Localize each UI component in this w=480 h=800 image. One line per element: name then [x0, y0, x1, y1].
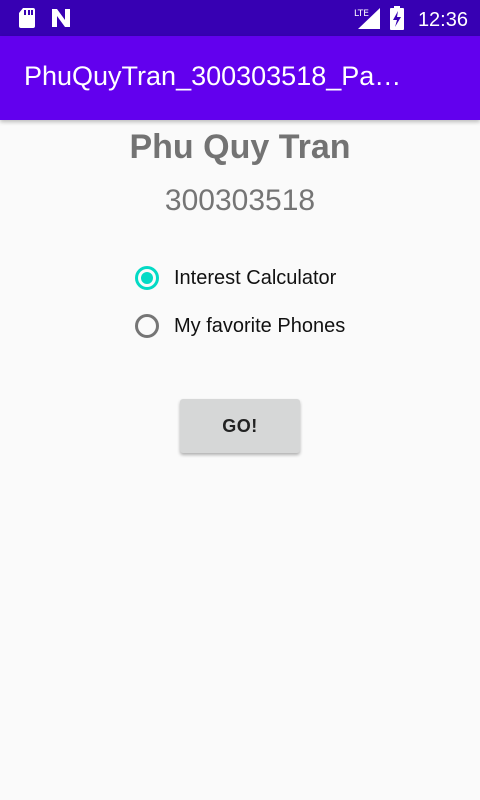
app-title: PhuQuyTran_300303518_Pa… — [24, 61, 402, 91]
radio-label[interactable]: My favorite Phones — [174, 315, 345, 338]
status-bar: LTE 12:36 — [0, 0, 480, 36]
main-content: Phu Quy Tran 300303518 Interest Calculat… — [0, 120, 480, 800]
student-id: 300303518 — [164, 184, 316, 217]
lte-signal-icon: LTE — [354, 6, 382, 34]
status-right-icons: LTE 12:36 — [354, 6, 468, 34]
app-bar: PhuQuyTran_300303518_Pa… — [0, 36, 480, 120]
svg-text:LTE: LTE — [354, 9, 369, 19]
n-notification-icon — [50, 7, 72, 33]
sd-card-icon — [18, 7, 36, 33]
radio-dot — [141, 272, 153, 284]
radio-interest-calculator[interactable]: Interest Calculator — [135, 266, 336, 290]
radio-label[interactable]: Interest Calculator — [174, 267, 336, 290]
radio-checked-icon[interactable] — [135, 266, 159, 290]
go-button[interactable]: GO! — [180, 399, 300, 453]
battery-charging-icon — [389, 6, 404, 34]
student-name: Phu Quy Tran — [129, 128, 351, 166]
status-left-icons — [18, 7, 72, 33]
radio-favorite-phones[interactable]: My favorite Phones — [135, 314, 345, 338]
radio-unchecked-icon[interactable] — [135, 314, 159, 338]
status-time: 12:36 — [417, 8, 468, 31]
